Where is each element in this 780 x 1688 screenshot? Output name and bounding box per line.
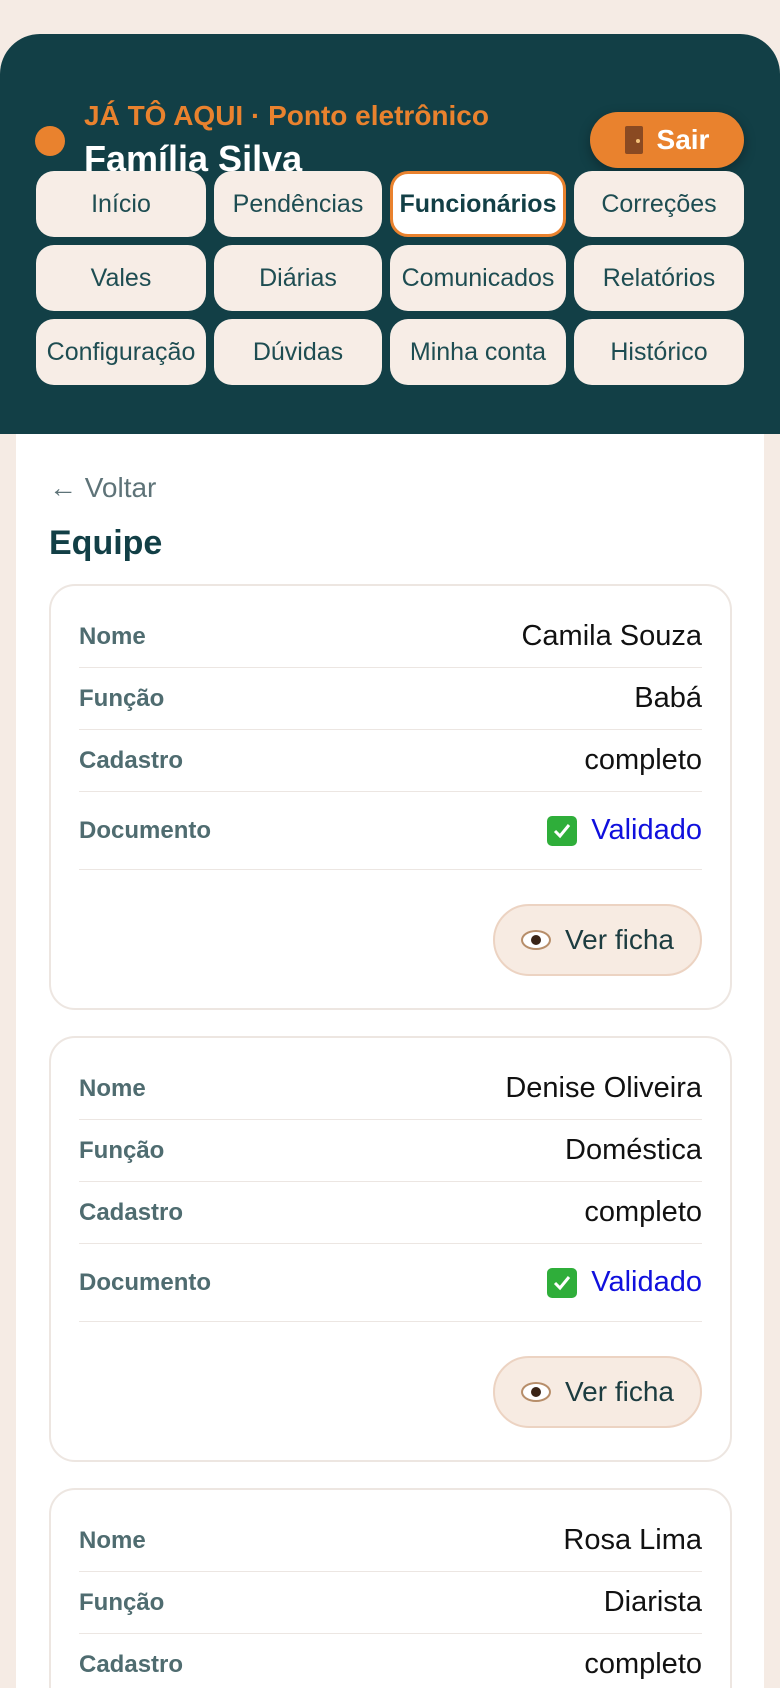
role-value: Babá (634, 682, 702, 714)
name-value: Camila Souza (521, 620, 702, 652)
app-page: JÁ TÔ AQUI · Ponto eletrônico Família Si… (0, 0, 780, 1688)
section-title: Equipe (49, 524, 163, 562)
name-label: Nome (79, 622, 146, 650)
card-actions: Ver ficha (79, 870, 702, 1008)
name-row: Nome Camila Souza (79, 586, 702, 668)
registration-value: completo (584, 744, 702, 776)
status-dot (35, 126, 65, 156)
registration-value: completo (584, 1196, 702, 1228)
nav-pendencias[interactable]: Pendências (214, 171, 382, 237)
registration-row: Cadastro completo (79, 1634, 702, 1688)
name-row: Nome Denise Oliveira (79, 1038, 702, 1120)
nav-configuracao[interactable]: Configuração (36, 319, 206, 385)
view-record-label: Ver ficha (565, 924, 674, 955)
door-icon (624, 126, 643, 154)
nav-row-2: Vales Diárias Comunicados Relatórios (36, 245, 744, 311)
nav-duvidas[interactable]: Dúvidas (214, 319, 382, 385)
brand-title: JÁ TÔ AQUI · Ponto eletrônico (84, 100, 489, 131)
nav-row-1: Início Pendências Funcionários Correções (36, 171, 744, 237)
nav-diarias[interactable]: Diárias (214, 245, 382, 311)
registration-row: Cadastro completo (79, 730, 702, 792)
name-label: Nome (79, 1074, 146, 1102)
nav-funcionarios[interactable]: Funcionários (390, 171, 566, 237)
eye-icon (521, 1382, 552, 1402)
nav-row-3: Configuração Dúvidas Minha conta Históri… (36, 319, 744, 385)
registration-label: Cadastro (79, 746, 184, 774)
view-record-label: Ver ficha (565, 1376, 674, 1407)
document-row: Documento Validado (79, 792, 702, 870)
card-actions: Ver ficha (79, 1322, 702, 1460)
check-icon (547, 1267, 578, 1298)
app-header: JÁ TÔ AQUI · Ponto eletrônico Família Si… (0, 34, 780, 434)
eye-icon (521, 930, 552, 950)
nav-comunicados[interactable]: Comunicados (390, 245, 566, 311)
name-label: Nome (79, 1526, 146, 1554)
employee-card: Nome Rosa Lima Função Diarista Cadastro … (49, 1488, 732, 1688)
nav-inicio[interactable]: Início (36, 171, 206, 237)
role-label: Função (79, 1588, 165, 1616)
employee-card: Nome Denise Oliveira Função Doméstica Ca… (49, 1036, 732, 1462)
nav-vales[interactable]: Vales (36, 245, 206, 311)
view-record-button[interactable]: Ver ficha (493, 1356, 702, 1428)
main-content: ← Voltar Equipe Nome Camila Souza Função… (16, 434, 764, 1688)
role-label: Função (79, 684, 165, 712)
check-icon (547, 815, 578, 846)
nav-minha-conta[interactable]: Minha conta (390, 319, 566, 385)
nav-correcoes[interactable]: Correções (574, 171, 744, 237)
role-value: Diarista (603, 1586, 702, 1618)
view-record-button[interactable]: Ver ficha (493, 904, 702, 976)
name-value: Denise Oliveira (505, 1072, 702, 1104)
role-row: Função Diarista (79, 1572, 702, 1634)
registration-label: Cadastro (79, 1650, 184, 1678)
role-row: Função Doméstica (79, 1120, 702, 1182)
document-row: Documento Validado (79, 1244, 702, 1322)
document-status-label: Validado (591, 814, 702, 846)
employee-card: Nome Camila Souza Função Babá Cadastro c… (49, 584, 732, 1010)
document-status: Validado (547, 814, 702, 847)
logout-button[interactable]: Sair (590, 112, 744, 168)
name-value: Rosa Lima (563, 1524, 702, 1556)
document-status-label: Validado (591, 1266, 702, 1298)
nav-relatorios[interactable]: Relatórios (574, 245, 744, 311)
logout-label: Sair (656, 124, 710, 155)
document-status: Validado (547, 1266, 702, 1299)
role-value: Doméstica (565, 1134, 702, 1166)
role-row: Função Babá (79, 668, 702, 730)
registration-row: Cadastro completo (79, 1182, 702, 1244)
registration-label: Cadastro (79, 1198, 184, 1226)
document-label: Documento (79, 1268, 211, 1296)
name-row: Nome Rosa Lima (79, 1490, 702, 1572)
registration-value: completo (584, 1648, 702, 1680)
role-label: Função (79, 1136, 165, 1164)
back-link[interactable]: ← Voltar (49, 472, 156, 504)
document-label: Documento (79, 816, 211, 844)
nav-historico[interactable]: Histórico (574, 319, 744, 385)
